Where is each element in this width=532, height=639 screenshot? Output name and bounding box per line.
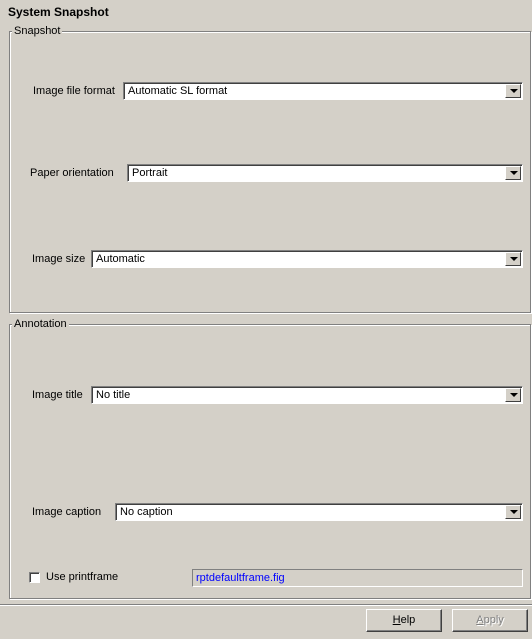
image-file-format-label: Image file format — [33, 85, 115, 97]
help-button-label: Help — [392, 614, 416, 626]
chevron-down-icon — [510, 510, 518, 514]
image-title-value: No title — [96, 389, 131, 401]
image-file-format-dropdown-button[interactable] — [505, 84, 521, 98]
image-size-label: Image size — [32, 253, 86, 265]
annotation-group — [9, 324, 531, 599]
image-title-select[interactable]: No title — [91, 386, 523, 404]
image-caption-select[interactable]: No caption — [115, 503, 523, 521]
image-file-format-select[interactable]: Automatic SL format — [123, 82, 523, 100]
image-title-label: Image title — [32, 389, 83, 401]
snapshot-group-label: Snapshot — [12, 25, 63, 37]
chevron-down-icon — [510, 89, 518, 93]
image-caption-dropdown-button[interactable] — [505, 505, 521, 519]
help-button[interactable]: Help — [366, 609, 442, 632]
paper-orientation-value: Portrait — [132, 167, 168, 179]
apply-button-label: Apply — [476, 614, 504, 626]
image-file-format-value: Automatic SL format — [128, 85, 228, 97]
annotation-group-label: Annotation — [12, 318, 69, 330]
button-bar-separator — [0, 604, 532, 606]
apply-button[interactable]: Apply — [452, 609, 528, 632]
image-caption-label: Image caption — [32, 506, 102, 518]
paper-orientation-dropdown-button[interactable] — [505, 166, 521, 180]
image-size-dropdown-button[interactable] — [505, 252, 521, 266]
chevron-down-icon — [510, 257, 518, 261]
printframe-file-field: rptdefaultframe.fig — [192, 569, 523, 587]
chevron-down-icon — [510, 393, 518, 397]
image-title-dropdown-button[interactable] — [505, 388, 521, 402]
paper-orientation-select[interactable]: Portrait — [127, 164, 523, 182]
use-printframe-checkbox[interactable] — [29, 572, 40, 583]
use-printframe-label[interactable]: Use printframe — [46, 570, 118, 584]
image-caption-value: No caption — [120, 506, 173, 518]
chevron-down-icon — [510, 171, 518, 175]
image-size-value: Automatic — [96, 253, 145, 265]
paper-orientation-label: Paper orientation — [30, 167, 114, 179]
printframe-file-value: rptdefaultframe.fig — [196, 572, 285, 584]
panel-title: System Snapshot — [8, 5, 109, 19]
image-size-select[interactable]: Automatic — [91, 250, 523, 268]
